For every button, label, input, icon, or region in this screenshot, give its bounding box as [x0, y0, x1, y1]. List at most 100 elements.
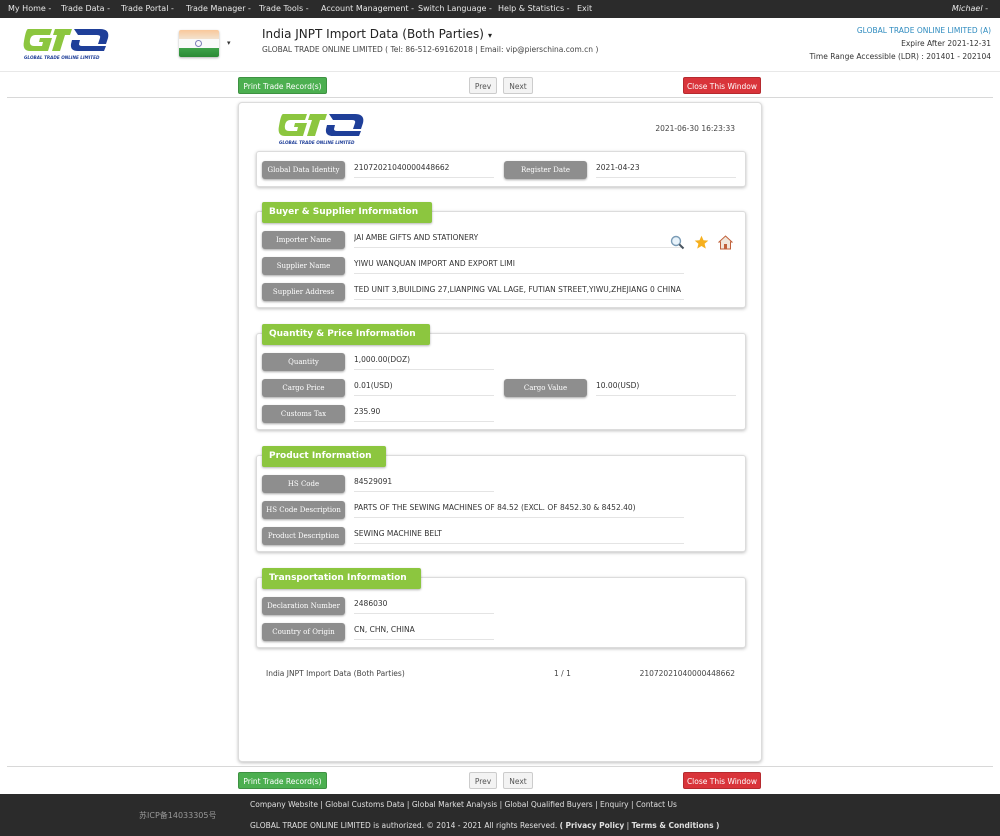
account-name: GLOBAL TRADE ONLINE LIMITED (A) [856, 26, 991, 35]
home-icon[interactable] [717, 235, 734, 250]
register-date-label: Register Date [504, 161, 587, 179]
section-title: Buyer & Supplier Information [262, 202, 433, 223]
country-dropdown-caret-icon[interactable]: ▾ [227, 39, 231, 47]
footer-link-contact-us[interactable]: Contact Us [636, 800, 677, 809]
global-data-identity-value: 21072021040000448662 [354, 160, 494, 178]
footer-link-company-website[interactable]: Company Website [250, 800, 318, 809]
importer-name-value: JAI AMBE GIFTS AND STATIONERY [354, 230, 684, 248]
cargo-value-value: 10.00(USD) [596, 378, 736, 396]
top-action-bar: Print Trade Record(s) Prev Next Close Th… [0, 74, 1000, 96]
section-title: Transportation Information [262, 568, 421, 589]
quantity-price-panel: Quantity & Price Information Quantity 1,… [256, 324, 746, 430]
product-panel: Product Information HS Code 84529091 HS … [256, 446, 746, 552]
identity-panel: Global Data Identity 2107202104000044866… [256, 151, 746, 187]
search-icon[interactable] [670, 235, 685, 250]
record-page-indicator: 1 / 1 [554, 669, 571, 678]
logo-text: GLOBAL TRADE ONLINE LIMITED [24, 55, 100, 60]
separator: | [626, 821, 630, 830]
next-button[interactable]: Next [503, 772, 533, 789]
paren: ( [559, 821, 564, 830]
country-of-origin-value: CN, CHN, CHINA [354, 622, 494, 640]
terms-conditions-link[interactable]: Terms & Conditions [632, 821, 714, 830]
record-timestamp: 2021-06-30 16:23:33 [655, 124, 735, 133]
separator: | [595, 800, 598, 809]
separator: | [499, 800, 503, 809]
divider [7, 766, 993, 767]
company-contact-line: GLOBAL TRADE ONLINE LIMITED ( Tel: 86-51… [262, 45, 599, 54]
separator: | [631, 800, 634, 809]
nav-my-home[interactable]: My Home - [8, 4, 51, 13]
customs-tax-label: Customs Tax [262, 405, 345, 423]
footer-link-enquiry[interactable]: Enquiry [600, 800, 629, 809]
header: GLOBAL TRADE ONLINE LIMITED ▾ India JNPT… [0, 18, 1000, 72]
copyright-text: GLOBAL TRADE ONLINE LIMITED is authorize… [250, 821, 558, 830]
footer-link-global-market-analysis[interactable]: Global Market Analysis [412, 800, 497, 809]
nav-trade-tools[interactable]: Trade Tools - [259, 4, 309, 13]
user-menu[interactable]: Michael - [952, 4, 988, 13]
importer-name-label: Importer Name [262, 231, 345, 249]
record-source: India JNPT Import Data (Both Parties) [266, 669, 405, 678]
customs-tax-value: 235.90 [354, 404, 494, 422]
hs-code-value: 84529091 [354, 474, 494, 492]
divider [7, 97, 993, 98]
country-of-origin-label: Country of Origin [262, 623, 345, 641]
logo-text: GLOBAL TRADE ONLINE LIMITED [279, 140, 355, 145]
ashoka-chakra-icon [195, 40, 202, 47]
prev-button[interactable]: Prev [469, 77, 497, 94]
section-title: Quantity & Price Information [262, 324, 430, 345]
footer-link-global-customs-data[interactable]: Global Customs Data [325, 800, 404, 809]
close-window-button[interactable]: Close This Window [683, 77, 761, 94]
separator: | [406, 800, 410, 809]
section-title: Product Information [262, 446, 386, 467]
hs-code-label: HS Code [262, 475, 345, 493]
supplier-address-value: TED UNIT 3,BUILDING 27,LIANPING VAL LAGE… [354, 282, 684, 300]
print-trade-records-button[interactable]: Print Trade Record(s) [238, 772, 327, 789]
nav-account-management[interactable]: Account Management - [321, 4, 414, 13]
quantity-label: Quantity [262, 353, 345, 371]
paren: ) [715, 821, 720, 830]
quantity-value: 1,000.00(DOZ) [354, 352, 494, 370]
india-flag-selector[interactable] [179, 30, 219, 57]
print-trade-records-button[interactable]: Print Trade Record(s) [238, 77, 327, 94]
chevron-down-icon: ▾ [488, 31, 493, 40]
gto-logo[interactable]: GLOBAL TRADE ONLINE LIMITED [22, 27, 112, 61]
record-footer-id: 21072021040000448662 [639, 669, 735, 678]
global-data-identity-label: Global Data Identity [262, 161, 345, 179]
footer-links: Company Website | Global Customs Data | … [250, 800, 677, 809]
hs-code-description-label: HS Code Description [262, 501, 345, 519]
privacy-policy-link[interactable]: Privacy Policy [565, 821, 624, 830]
nav-trade-portal[interactable]: Trade Portal - [121, 4, 174, 13]
nav-help-statistics[interactable]: Help & Statistics - [498, 4, 570, 13]
nav-trade-manager[interactable]: Trade Manager - [186, 4, 251, 13]
expire-date: Expire After 2021-12-31 [901, 39, 991, 48]
register-date-value: 2021-04-23 [596, 160, 736, 178]
database-title[interactable]: India JNPT Import Data (Both Parties) ▾ [262, 27, 492, 41]
cargo-price-value: 0.01(USD) [354, 378, 494, 396]
cargo-price-label: Cargo Price [262, 379, 345, 397]
separator: | [320, 800, 323, 809]
time-range-accessible: Time Range Accessible (LDR) : 201401 - 2… [809, 52, 991, 61]
transportation-panel: Transportation Information Declaration N… [256, 568, 746, 648]
nav-exit[interactable]: Exit [577, 4, 592, 13]
prev-button[interactable]: Prev [469, 772, 497, 789]
product-description-value: SEWING MACHINE BELT [354, 526, 684, 544]
footer-link-global-qualified-buyers[interactable]: Global Qualified Buyers [505, 800, 593, 809]
star-icon[interactable] [694, 235, 709, 250]
next-button[interactable]: Next [503, 77, 533, 94]
declaration-number-label: Declaration Number [262, 597, 345, 615]
supplier-name-label: Supplier Name [262, 257, 345, 275]
cargo-value-label: Cargo Value [504, 379, 587, 397]
site-footer: 苏ICP备14033305号 Company Website | Global … [0, 794, 1000, 836]
database-title-text: India JNPT Import Data (Both Parties) [262, 27, 484, 41]
hs-code-description-value: PARTS OF THE SEWING MACHINES OF 84.52 (E… [354, 500, 684, 518]
buyer-supplier-panel: Buyer & Supplier Information Importer Na… [256, 202, 746, 308]
nav-trade-data[interactable]: Trade Data - [61, 4, 110, 13]
trade-record-card: GLOBAL TRADE ONLINE LIMITED 2021-06-30 1… [238, 102, 762, 762]
supplier-name-value: YIWU WANQUAN IMPORT AND EXPORT LIMI [354, 256, 684, 274]
copyright-line: GLOBAL TRADE ONLINE LIMITED is authorize… [250, 821, 719, 830]
top-nav: My Home - Trade Data - Trade Portal - Tr… [0, 0, 1000, 18]
supplier-address-label: Supplier Address [262, 283, 345, 301]
close-window-button[interactable]: Close This Window [683, 772, 761, 789]
icp-license: 苏ICP备14033305号 [139, 811, 217, 820]
nav-switch-language[interactable]: Switch Language - [418, 4, 492, 13]
